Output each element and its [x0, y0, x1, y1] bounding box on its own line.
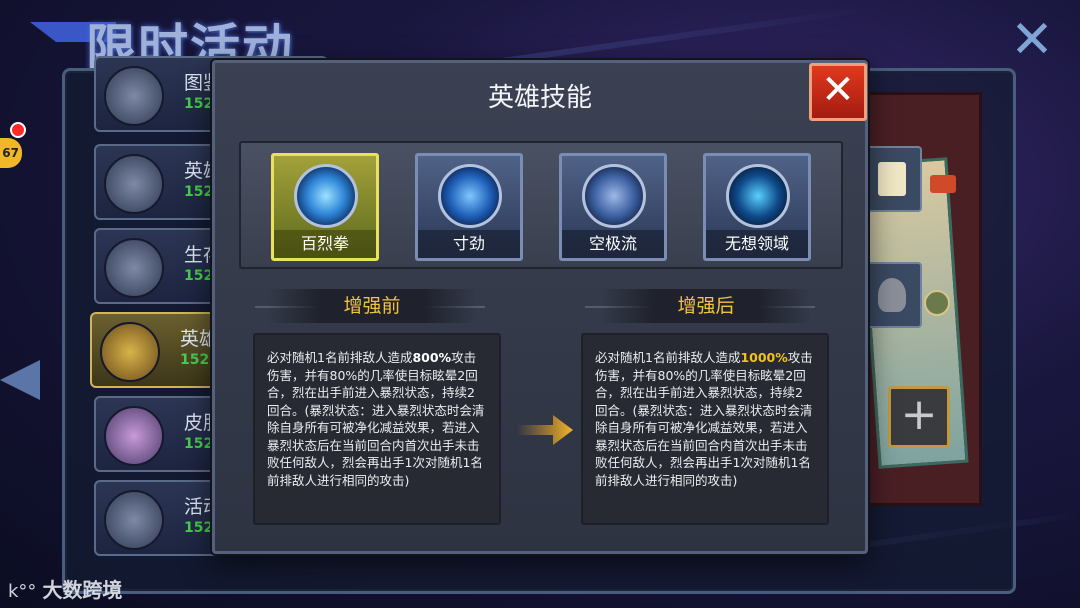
before-damage-value: 800% — [412, 350, 452, 365]
left-arrow-icon[interactable] — [0, 360, 40, 400]
skill-tab-kongjiliu[interactable]: 空极流 — [559, 153, 667, 261]
arrow-right-icon — [517, 415, 573, 445]
notes-button[interactable] — [862, 146, 922, 212]
skill-label: 空极流 — [562, 230, 664, 258]
page-close-icon[interactable]: ✕ — [1008, 14, 1056, 66]
plus-icon: + — [900, 389, 938, 440]
close-icon: ✕ — [821, 67, 855, 113]
after-description: 必对随机1名前排敌人造成1000%攻击伤害，并有80%的几率使目标眩晕2回合，烈… — [581, 333, 829, 525]
modal-title: 英雄技能 — [487, 83, 592, 113]
after-damage-value: 1000% — [740, 350, 788, 365]
revolver-icon — [104, 154, 164, 214]
skill-label: 无想领域 — [706, 230, 808, 258]
skill-tab-wuxianglingyu[interactable]: 无想领域 — [703, 153, 811, 261]
megaphone-icon — [104, 490, 164, 550]
video-play-icon[interactable] — [930, 175, 956, 193]
after-text-pre: 必对随机1名前排敌人造成 — [595, 350, 741, 365]
plus-button[interactable]: + — [888, 386, 950, 448]
before-text-pre: 必对随机1名前排敌人造成 — [267, 350, 413, 365]
notification-dot — [10, 122, 26, 138]
crate-icon — [104, 238, 164, 298]
badge-count: 67 — [0, 138, 22, 168]
modal-close-button[interactable]: ✕ — [809, 63, 867, 121]
watermark-text: 大数跨境 — [42, 578, 123, 602]
skill-tabs: 百烈拳 寸劲 空极流 无想领域 — [239, 141, 843, 269]
chat-bubble-icon[interactable] — [924, 290, 950, 316]
silhouette-skill-icon — [726, 164, 790, 228]
hero-profile-button[interactable] — [862, 262, 922, 328]
before-title: 增强前 — [267, 289, 477, 323]
watermark-logo-icon: k°° — [8, 581, 37, 602]
treasure-chest-icon — [100, 322, 160, 382]
skill-label: 百烈拳 — [274, 230, 376, 258]
head-profile-icon — [878, 278, 906, 312]
before-description: 必对随机1名前排敌人造成800%攻击伤害，并有80%的几率使目标眩晕2回合，烈在… — [253, 333, 501, 525]
skill-tab-cunjin[interactable]: 寸劲 — [415, 153, 523, 261]
codex-icon — [104, 66, 164, 126]
hero-skill-modal: 英雄技能 ✕ 百烈拳 寸劲 空极流 无想领域 增强前 必对随机1名前排敌人造成8… — [212, 60, 868, 554]
skill-label: 寸劲 — [418, 230, 520, 258]
after-title: 增强后 — [601, 289, 811, 323]
watermark: k°° 大数跨境 — [8, 574, 122, 603]
before-text-post: 攻击伤害，并有80%的几率使目标眩晕2回合，烈在出手前进入暴烈状态，持续2回合。… — [267, 350, 485, 488]
skin-chest-icon — [104, 406, 164, 466]
notes-icon — [878, 162, 906, 196]
after-text-post: 攻击伤害，并有80%的几率使目标眩晕2回合，烈在出手前进入暴烈状态，持续2回合。… — [595, 350, 813, 488]
skill-tab-bailiequan[interactable]: 百烈拳 — [271, 153, 379, 261]
dragon-skill-icon — [438, 164, 502, 228]
hero-portrait-skill-icon — [582, 164, 646, 228]
fist-skill-icon — [294, 164, 358, 228]
